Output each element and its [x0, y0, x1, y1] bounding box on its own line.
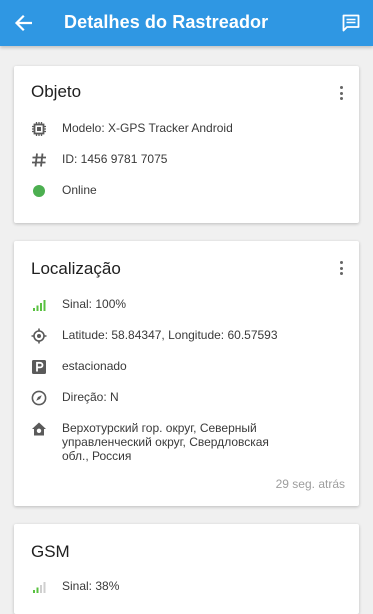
- address-text: Верхотурский гор. округ, Северный управл…: [62, 421, 269, 463]
- last-update-time: 29 seg. atrás: [275, 477, 345, 491]
- parking-row: estacionado: [31, 359, 347, 375]
- parking-text: estacionado: [62, 359, 127, 373]
- home-address-icon: [31, 421, 47, 437]
- gsm-card-title: GSM: [31, 542, 70, 561]
- coords-row: Latitude: 58.84347, Longitude: 60.57593: [31, 328, 347, 344]
- signal-text: Sinal: 100%: [62, 297, 127, 311]
- direction-text: Direção: N: [62, 390, 119, 404]
- coords-text: Latitude: 58.84347, Longitude: 60.57593: [62, 328, 278, 342]
- model-text: Modelo: X-GPS Tracker Android: [62, 121, 233, 135]
- parking-icon: [31, 359, 47, 375]
- id-row: ID: 1456 9781 7075: [31, 152, 347, 168]
- object-card-menu-icon[interactable]: [335, 83, 347, 103]
- signal-row: Sinal: 100%: [31, 297, 347, 313]
- location-card-title: Localização: [31, 259, 121, 278]
- page-title: Detalhes do Rastreador: [64, 12, 269, 32]
- location-card: Localização Sinal: 100% Latitude: 58.843…: [14, 241, 359, 506]
- location-card-menu-icon[interactable]: [335, 258, 347, 278]
- gsm-signal-bars-icon: [31, 579, 47, 595]
- signal-bars-icon: [31, 297, 47, 313]
- status-row: Online: [31, 183, 347, 199]
- online-dot-icon: [31, 183, 47, 199]
- gps-target-icon: [31, 328, 47, 344]
- back-arrow-icon[interactable]: [10, 11, 36, 35]
- message-icon[interactable]: [339, 11, 363, 35]
- app-bar: Detalhes do Rastreador: [0, 0, 373, 46]
- status-text: Online: [62, 183, 97, 197]
- direction-row: Direção: N: [31, 390, 347, 406]
- chip-icon: [31, 121, 47, 137]
- gsm-signal-text: Sinal: 38%: [62, 579, 120, 593]
- model-row: Modelo: X-GPS Tracker Android: [31, 121, 347, 137]
- gsm-signal-row: Sinal: 38%: [31, 579, 347, 595]
- hash-icon: [31, 152, 47, 168]
- object-card-title: Objeto: [31, 82, 82, 101]
- object-card: Objeto Modelo: X-GPS Tracker Android ID:…: [14, 66, 359, 223]
- address-row: Верхотурский гор. округ, Северный управл…: [31, 421, 347, 463]
- gsm-card: GSM Sinal: 38%: [14, 524, 359, 614]
- id-text: ID: 1456 9781 7075: [62, 152, 168, 166]
- compass-icon: [31, 390, 47, 406]
